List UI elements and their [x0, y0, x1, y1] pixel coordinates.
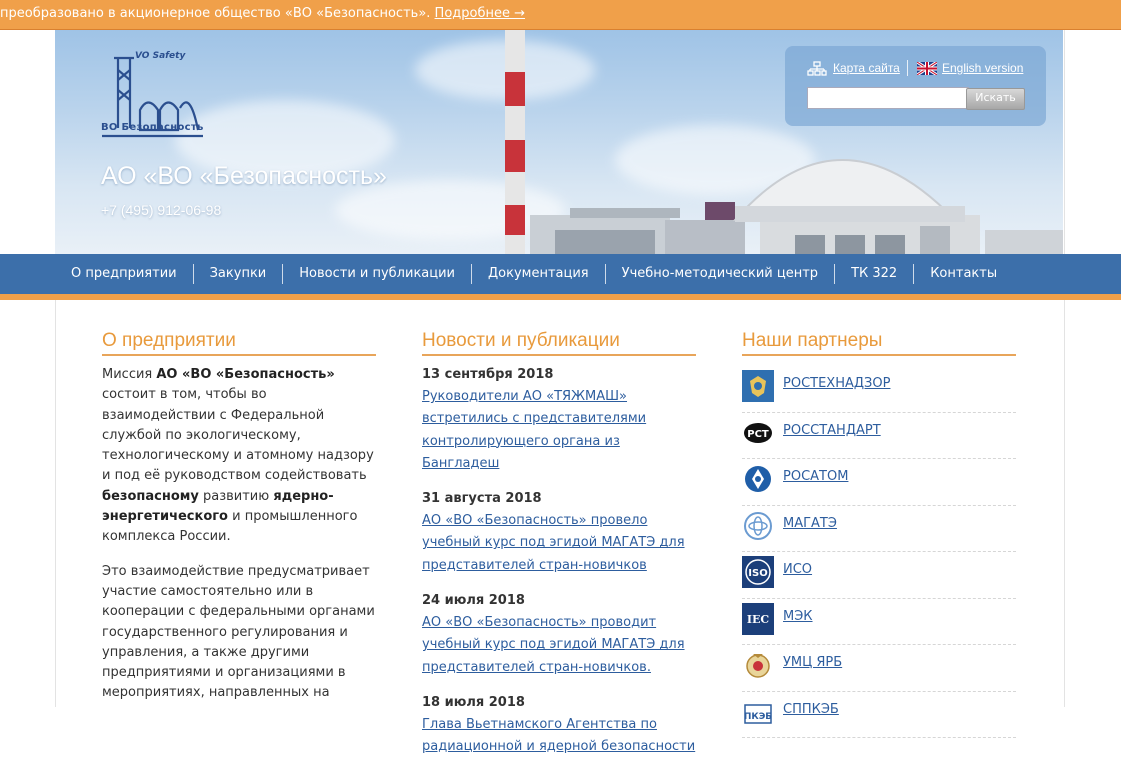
notice-line: преобразовано в акционерное общество «ВО…: [0, 0, 525, 28]
news-link[interactable]: АО «ВО «Безопасность» проводит учебный к…: [422, 615, 685, 675]
rostekhnadzor-emblem-icon: [742, 370, 774, 402]
news-date: 24 июля 2018: [422, 593, 525, 609]
nav-item-news[interactable]: Новости и публикации: [282, 264, 471, 284]
news-date: 18 июля 2018: [422, 694, 525, 710]
site-header: VO Safety ВО Безопасность АО «ВО «Безопа…: [55, 30, 1063, 254]
logo-bottom-text: ВО Безопасность: [101, 122, 204, 133]
sitemap-icon: [807, 61, 827, 76]
logo-top-text: VO Safety: [135, 51, 186, 61]
about-section: О предприятии Миссия АО «ВО «Безопасност…: [102, 330, 376, 718]
news-item: 13 сентября 2018 Руководители АО «ТЯЖМАШ…: [422, 365, 696, 474]
news-date: 31 августа 2018: [422, 491, 542, 507]
partner-item: РОСТЕХНАДЗОР: [742, 366, 1016, 413]
partner-link[interactable]: РОССТАНДАРТ: [783, 423, 881, 438]
news-item: 18 июля 2018 Глава Вьетнамского Агентств…: [422, 693, 696, 758]
svg-text:IEC: IEC: [747, 613, 770, 626]
nav-item-training-center[interactable]: Учебно-методический центр: [604, 264, 834, 284]
partners-title: Наши партнеры: [742, 330, 1016, 356]
about-title: О предприятии: [102, 330, 376, 356]
svg-text:ISO: ISO: [748, 568, 767, 579]
search-input[interactable]: [807, 87, 969, 109]
news-link[interactable]: Глава Вьетнамского Агентства по радиацио…: [422, 717, 695, 754]
partner-link[interactable]: ИСО: [783, 562, 812, 577]
iec-icon: IEC: [742, 602, 774, 635]
nav-item-contacts[interactable]: Контакты: [913, 264, 1013, 284]
news-item: 24 июля 2018 АО «ВО «Безопасность» прово…: [422, 591, 696, 678]
notice-more-link[interactable]: Подробнее →: [435, 6, 525, 21]
svg-text:ПКЭБ: ПКЭБ: [744, 712, 772, 722]
search-button[interactable]: Искать: [966, 88, 1025, 110]
rosstandart-pct-icon: PCT: [742, 417, 774, 449]
partner-item: МАГАТЭ: [742, 506, 1016, 552]
sitemap-link[interactable]: Карта сайта: [833, 61, 900, 75]
nav-item-procurement[interactable]: Закупки: [192, 264, 283, 284]
news-title: Новости и публикации: [422, 330, 696, 356]
nav-accent-strip: [0, 294, 1121, 300]
uk-flag-icon: [917, 62, 937, 75]
main-nav: О предприятии Закупки Новости и публикац…: [0, 254, 1121, 294]
svg-text:PCT: PCT: [747, 429, 769, 440]
iaea-emblem-icon: [742, 510, 774, 542]
english-version-link[interactable]: English version: [942, 61, 1023, 75]
partner-item: РОСАТОМ: [742, 459, 1016, 506]
partner-item: ПКЭБ СППКЭБ: [742, 692, 1016, 738]
partner-item: IEC МЭК: [742, 599, 1016, 645]
partners-section: Наши партнеры РОСТЕХНАДЗОР PCT РОССТАНДА…: [742, 330, 1016, 738]
about-paragraph-1: Миссия АО «ВО «Безопасность» состоит в т…: [102, 367, 374, 545]
iso-icon: ISO: [742, 556, 774, 588]
news-link[interactable]: АО «ВО «Безопасность» провело учебный ку…: [422, 513, 685, 573]
about-paragraph-2: Это взаимодействие предусматривает участ…: [102, 563, 375, 701]
news-date: 13 сентября 2018: [422, 367, 554, 382]
nav-item-documentation[interactable]: Документация: [471, 264, 605, 284]
nav-item-about[interactable]: О предприятии: [55, 264, 193, 284]
news-item: 31 августа 2018 АО «ВО «Безопасность» пр…: [422, 489, 696, 576]
partner-item: УМЦ ЯРБ: [742, 645, 1016, 692]
top-notice-bar: преобразовано в акционерное общество «ВО…: [0, 0, 1121, 30]
umc-emblem-icon: [742, 649, 774, 681]
sppkeb-icon: ПКЭБ: [742, 696, 774, 728]
partner-link[interactable]: СППКЭБ: [783, 702, 839, 717]
link-separator: [907, 60, 908, 76]
partner-link[interactable]: РОСТЕХНАДЗОР: [783, 376, 890, 391]
notice-text: преобразовано в акционерное общество «ВО…: [0, 6, 431, 21]
news-link[interactable]: Руководители АО «ТЯЖМАШ» встретились с п…: [422, 389, 646, 471]
partner-item: PCT РОССТАНДАРТ: [742, 413, 1016, 459]
nav-item-tk322[interactable]: ТК 322: [834, 264, 913, 284]
partner-link[interactable]: МЭК: [783, 609, 813, 624]
search-panel: Карта сайта English version Искать: [785, 46, 1046, 126]
partner-link[interactable]: МАГАТЭ: [783, 516, 837, 531]
company-name: АО «ВО «Безопасность»: [101, 162, 387, 190]
partner-link[interactable]: РОСАТОМ: [783, 469, 848, 484]
partner-link[interactable]: УМЦ ЯРБ: [783, 655, 842, 670]
news-section: Новости и публикации 13 сентября 2018 Ру…: [422, 330, 696, 773]
rosatom-atom-icon: [742, 463, 774, 495]
about-text: Миссия АО «ВО «Безопасность» состоит в т…: [102, 365, 376, 704]
partner-item: ISO ИСО: [742, 552, 1016, 599]
company-phone: +7 (495) 912-06-98: [101, 202, 222, 218]
